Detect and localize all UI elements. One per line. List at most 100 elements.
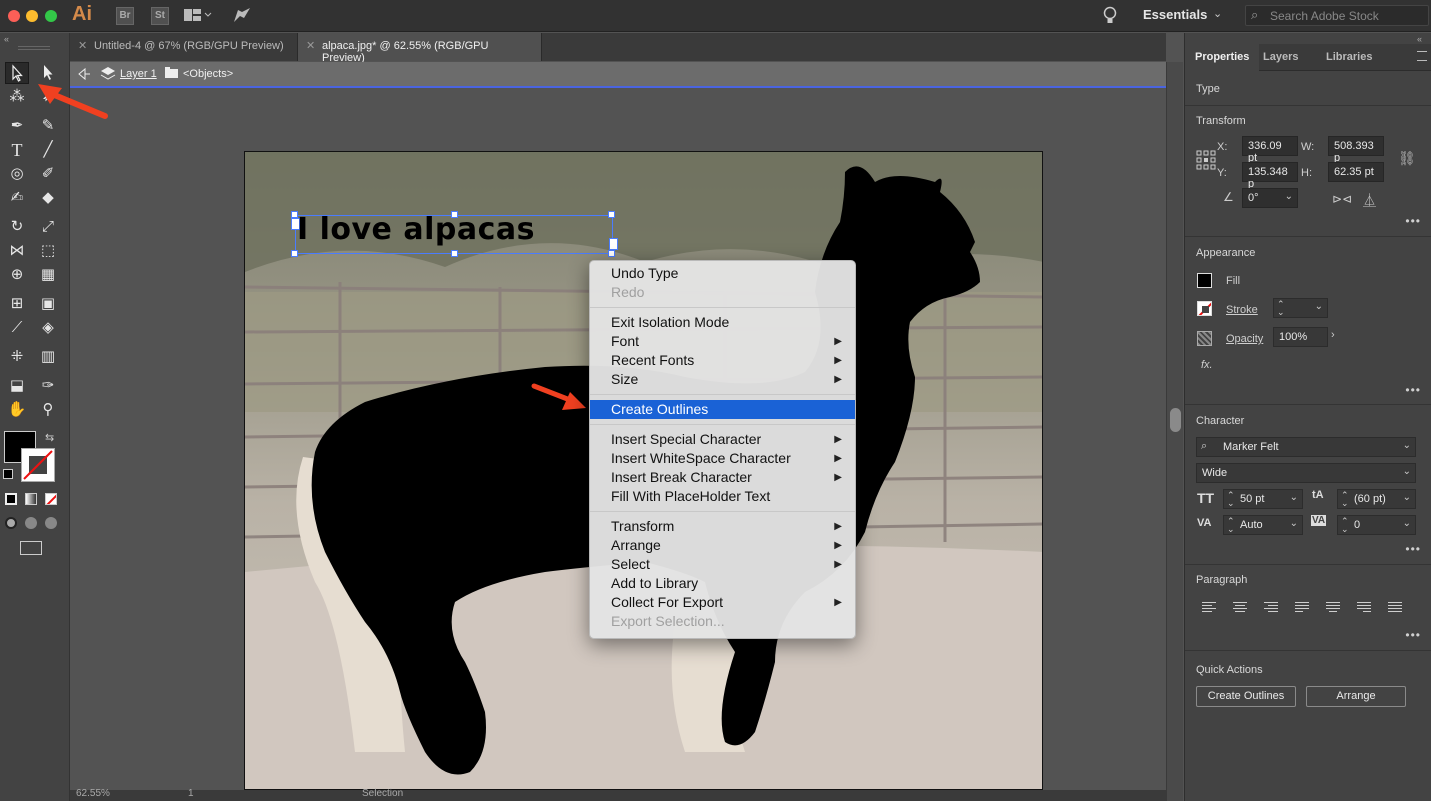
stepper-icon[interactable]: ⌃ ⌄ <box>1227 517 1235 534</box>
align-left-icon[interactable] <box>1202 602 1216 614</box>
reference-point-icon[interactable] <box>1196 150 1216 173</box>
lightbulb-icon[interactable] <box>1103 6 1117 29</box>
artboard-number[interactable]: 1 <box>188 788 194 799</box>
stroke-swatch[interactable] <box>21 448 55 482</box>
zoom-level[interactable]: 62.55% <box>76 788 110 799</box>
eraser-tool[interactable]: ◆ <box>36 187 60 209</box>
font-size-field[interactable]: ⌃ ⌄ 50 pt ⌄ <box>1223 489 1303 509</box>
width-tool[interactable]: ⋈ <box>5 240 29 262</box>
artboard-tool[interactable]: ⬓ <box>5 375 29 397</box>
line-segment-tool[interactable]: ╱ <box>36 139 60 161</box>
chevron-down-icon[interactable]: ⌄ <box>1285 191 1293 202</box>
create-outlines-button[interactable]: Create Outlines <box>1196 686 1296 707</box>
stroke-label[interactable]: Stroke <box>1226 304 1258 316</box>
shape-builder-tool[interactable]: ⊕ <box>5 264 29 286</box>
rotation-field[interactable]: 0° ⌄ <box>1242 188 1298 208</box>
scrollbar-thumb[interactable] <box>1170 408 1181 432</box>
chevron-right-icon[interactable]: › <box>1331 329 1335 341</box>
shaper-tool[interactable]: ✍ <box>5 187 29 209</box>
slice-tool[interactable]: ✑ <box>36 375 60 397</box>
menu-item-exit-isolation-mode[interactable]: Exit Isolation Mode <box>590 313 855 332</box>
menu-item-collect-for-export[interactable]: Collect For Export ▶ <box>590 593 855 612</box>
stroke-weight-field[interactable]: ⌃ ⌄ ⌄ <box>1273 298 1328 318</box>
stepper-icon[interactable]: ⌃ ⌄ <box>1341 491 1349 508</box>
blend-tool[interactable]: ◈ <box>36 317 60 339</box>
justify-all-icon[interactable] <box>1388 602 1402 614</box>
more-options-icon[interactable]: ••• <box>1405 628 1421 642</box>
tracking-field[interactable]: ⌃ ⌄ 0 ⌄ <box>1337 515 1416 535</box>
stock-button[interactable]: St <box>151 7 169 25</box>
tab-alpaca[interactable]: ✕ alpaca.jpg* @ 62.55% (RGB/GPU Preview) <box>298 33 542 64</box>
menu-item-insert-special-character[interactable]: Insert Special Character ▶ <box>590 430 855 449</box>
align-center-icon[interactable] <box>1233 602 1247 614</box>
eyedropper-tool[interactable]: ⟋ <box>5 317 29 339</box>
opacity-field[interactable]: 100% <box>1273 327 1328 347</box>
magic-wand-tool[interactable]: ⁂ <box>5 86 29 108</box>
free-transform-tool[interactable]: ⬚ <box>36 240 60 262</box>
handle[interactable] <box>451 250 458 257</box>
chevron-down-icon[interactable]: ⌄ <box>1403 492 1411 503</box>
mesh-tool[interactable]: ⊞ <box>5 293 29 315</box>
handle[interactable] <box>291 250 298 257</box>
none-mode-icon[interactable] <box>45 493 57 505</box>
gradient-mode-icon[interactable] <box>25 493 37 505</box>
y-field[interactable]: 135.348 p <box>1242 162 1298 190</box>
zoom-tool[interactable]: ⚲ <box>36 399 60 421</box>
collapse-panel-icon[interactable]: « <box>4 34 9 44</box>
stepper-icon[interactable]: ⌃ ⌄ <box>1341 517 1349 534</box>
chevron-down-icon[interactable]: ⌄ <box>1315 301 1323 312</box>
workspace-switcher[interactable]: Essentials <box>1143 7 1207 22</box>
width-field[interactable]: 508.393 p <box>1328 136 1384 164</box>
stepper-icon[interactable]: ⌃ ⌄ <box>1227 491 1235 508</box>
close-tab-icon[interactable]: ✕ <box>78 39 87 52</box>
breadcrumb-layer[interactable]: Layer 1 <box>120 68 157 80</box>
menu-item-recent-fonts[interactable]: Recent Fonts ▶ <box>590 351 855 370</box>
perspective-grid-tool[interactable]: ▦ <box>36 264 60 286</box>
rotate-tool[interactable]: ↻ <box>5 216 29 238</box>
color-mode-icon[interactable] <box>5 493 17 505</box>
arrange-button[interactable]: Arrange <box>1306 686 1406 707</box>
more-options-icon[interactable]: ••• <box>1405 214 1421 228</box>
kerning-field[interactable]: ⌃ ⌄ Auto ⌄ <box>1223 515 1303 535</box>
scale-tool[interactable]: ⤢ <box>36 216 60 238</box>
default-fill-stroke-icon[interactable] <box>3 469 13 479</box>
text-port-out[interactable] <box>609 238 618 250</box>
pen-tool[interactable]: ✒ <box>5 115 29 137</box>
type-tool[interactable]: T <box>5 139 29 161</box>
more-options-icon[interactable]: ••• <box>1405 542 1421 556</box>
more-options-icon[interactable]: ••• <box>1405 383 1421 397</box>
constrain-proportions-icon[interactable]: ⛓ <box>1398 150 1416 167</box>
swap-fill-stroke-icon[interactable]: ⇆ <box>45 431 54 444</box>
menu-item-add-to-library[interactable]: Add to Library <box>590 574 855 593</box>
paintbrush-tool[interactable]: ✐ <box>36 163 60 185</box>
stroke-color-swatch[interactable] <box>1197 301 1212 316</box>
tab-libraries[interactable]: Libraries <box>1316 44 1382 71</box>
justify-center-icon[interactable] <box>1326 602 1340 614</box>
menu-item-undo-type[interactable]: Undo Type <box>590 264 855 283</box>
opacity-label[interactable]: Opacity <box>1226 333 1263 345</box>
hand-tool[interactable]: ✋ <box>5 399 29 421</box>
justify-right-icon[interactable] <box>1357 602 1371 614</box>
draw-behind-icon[interactable] <box>25 517 37 529</box>
x-field[interactable]: 336.09 pt <box>1242 136 1298 164</box>
draw-normal-icon[interactable] <box>5 517 17 529</box>
fx-button[interactable]: fx. <box>1201 359 1213 371</box>
arrange-documents-icon[interactable] <box>184 8 212 22</box>
menu-item-insert-whitespace-character[interactable]: Insert WhiteSpace Character ▶ <box>590 449 855 468</box>
tab-properties[interactable]: Properties <box>1185 44 1260 71</box>
menu-item-insert-break-character[interactable]: Insert Break Character ▶ <box>590 468 855 487</box>
stock-search-input[interactable]: ⌕ Search Adobe Stock <box>1245 5 1429 26</box>
menu-item-select[interactable]: Select ▶ <box>590 555 855 574</box>
flip-vertical-icon[interactable]: ⏅ <box>1363 190 1376 209</box>
menu-item-font[interactable]: Font ▶ <box>590 332 855 351</box>
flip-horizontal-icon[interactable]: ⊳⊲ <box>1332 192 1352 206</box>
close-window-button[interactable] <box>8 10 20 22</box>
menu-item-arrange[interactable]: Arrange ▶ <box>590 536 855 555</box>
close-tab-icon[interactable]: ✕ <box>306 39 315 52</box>
gpu-performance-icon[interactable] <box>232 6 252 27</box>
chevron-down-icon[interactable]: ⌄ <box>1403 518 1411 529</box>
breadcrumb-objects[interactable]: <Objects> <box>183 68 233 80</box>
menu-item-create-outlines[interactable]: Create Outlines <box>590 400 855 419</box>
draw-inside-icon[interactable] <box>45 517 57 529</box>
minimize-window-button[interactable] <box>26 10 38 22</box>
